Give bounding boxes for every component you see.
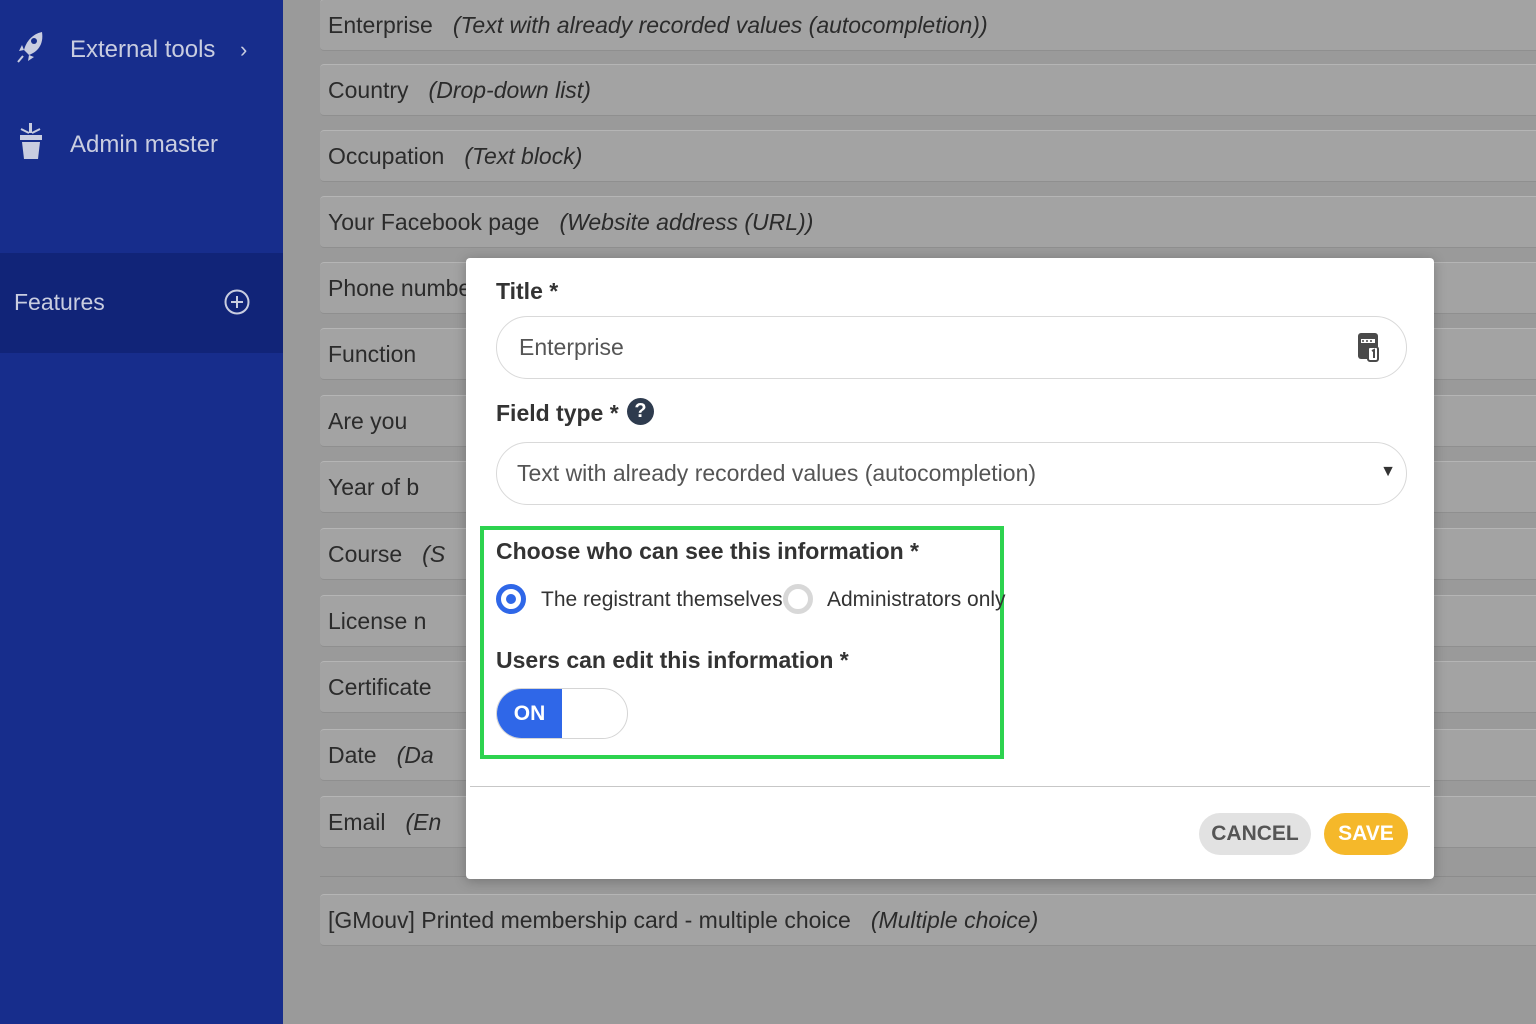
field-name: License n	[328, 607, 427, 634]
save-button[interactable]: SAVE	[1324, 813, 1408, 855]
edit-permission-label: Users can edit this information *	[496, 647, 849, 673]
field-type: (Drop-down list)	[428, 76, 591, 103]
footer-divider	[470, 786, 1430, 787]
field-name: Email	[328, 808, 386, 835]
list-item[interactable]: Occupation (Text block)	[320, 130, 1536, 182]
toggle-on-label: ON	[497, 689, 562, 738]
field-name: Country	[328, 76, 409, 103]
field-name: Year of b	[328, 473, 420, 500]
trophy-icon	[20, 123, 42, 159]
title-input[interactable]: Enterprise	[496, 316, 1407, 379]
field-name: Date	[328, 741, 377, 768]
chevron-right-icon: ›	[240, 37, 248, 62]
field-type: (Website address (URL))	[559, 208, 814, 235]
sidebar-item-label: External tools	[70, 36, 216, 63]
title-label: Title *	[496, 278, 559, 304]
autofill-icon[interactable]	[1356, 331, 1382, 365]
field-type: (Text with already recorded values (auto…	[452, 11, 988, 38]
field-name: Occupation	[328, 142, 445, 169]
field-name: Are you	[328, 407, 408, 434]
field-name: Function	[328, 340, 417, 367]
cancel-button[interactable]: CANCEL	[1199, 813, 1311, 855]
radio-admins-only[interactable]	[783, 584, 813, 614]
field-type-select[interactable]: Text with already recorded values (autoc…	[496, 442, 1407, 505]
title-input-value: Enterprise	[519, 334, 624, 360]
list-item[interactable]: Enterprise (Text with already recorded va…	[320, 0, 1536, 51]
edit-field-dialog: Title * Enterprise Field type * ? Text w…	[466, 258, 1434, 879]
help-icon[interactable]: ?	[627, 398, 654, 425]
field-name: Phone number	[328, 274, 479, 301]
field-name: Course	[328, 540, 403, 567]
field-name: Your Facebook page	[328, 208, 540, 235]
field-type-label: Field type *	[496, 400, 619, 426]
field-type-value: Text with already recorded values (autoc…	[517, 460, 1037, 486]
list-item[interactable]: Country (Drop-down list)	[320, 64, 1536, 116]
sidebar-item-admin-master[interactable]: Admin master	[0, 123, 283, 165]
radio-registrant[interactable]	[496, 584, 526, 614]
list-item[interactable]: [GMouv] Printed membership card - multip…	[320, 894, 1536, 946]
sidebar-item-label: Admin master	[70, 131, 219, 158]
list-item[interactable]: Your Facebook page (Website address (URL)…	[320, 196, 1536, 248]
dropdown-arrow-icon: ▼	[1380, 463, 1396, 480]
field-type: (En	[405, 808, 442, 835]
field-type: (Da	[396, 741, 434, 768]
radio-registrant-label[interactable]: The registrant themselves	[541, 588, 783, 612]
plus-circle-icon[interactable]	[224, 289, 250, 315]
sidebar-item-external-tools[interactable]: External tools ›	[0, 30, 283, 70]
rocket-icon	[17, 32, 43, 63]
field-name: Certificate	[328, 673, 432, 700]
sidebar: External tools › Admin master Features	[0, 0, 283, 1024]
field-name: Enterprise	[328, 11, 433, 38]
field-type: (Text block)	[464, 142, 583, 169]
visibility-label: Choose who can see this information *	[496, 538, 920, 564]
field-name: [GMouv] Printed membership card - multip…	[328, 906, 851, 933]
edit-toggle[interactable]: ON	[496, 688, 628, 739]
features-label: Features	[14, 289, 105, 315]
field-type: (Multiple choice)	[870, 906, 1039, 933]
radio-admins-only-label[interactable]: Administrators only	[827, 588, 1006, 612]
field-type: (S	[422, 540, 446, 567]
